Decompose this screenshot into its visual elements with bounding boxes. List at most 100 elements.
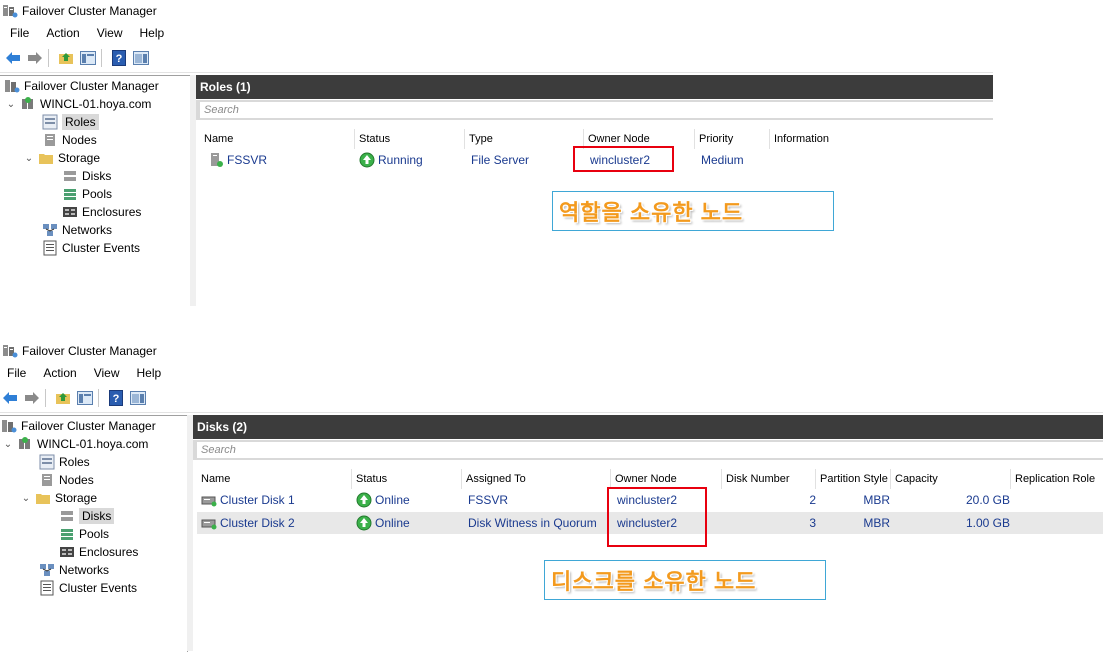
disk-assigned-cell: FSSVR bbox=[468, 493, 509, 507]
tree-item-networks-label: Networks bbox=[62, 223, 113, 237]
annotation-callout: 역할을 소유한 노드 bbox=[552, 191, 834, 231]
help-button[interactable]: ? bbox=[110, 49, 128, 67]
events-icon bbox=[43, 240, 57, 256]
show-tree-button[interactable] bbox=[76, 389, 94, 407]
column-header-status[interactable]: Status bbox=[355, 129, 465, 149]
menu-view[interactable]: View bbox=[84, 366, 127, 380]
tree-item-events[interactable]: Cluster Events bbox=[39, 579, 137, 597]
toolbar-separator bbox=[98, 389, 99, 407]
column-header-disk-number[interactable]: Disk Number bbox=[722, 469, 816, 489]
column-header-assigned-to[interactable]: Assigned To bbox=[462, 469, 611, 489]
show-tree-button[interactable] bbox=[79, 49, 97, 67]
column-header-status[interactable]: Status bbox=[352, 469, 462, 489]
folder-up-icon bbox=[56, 393, 70, 404]
online-status-icon bbox=[356, 515, 372, 531]
action-pane-icon bbox=[133, 51, 149, 65]
back-button[interactable] bbox=[4, 49, 22, 67]
console-tree-icon bbox=[80, 51, 96, 65]
owner-node-highlight bbox=[607, 487, 707, 547]
tree-item-disks[interactable]: Disks bbox=[62, 167, 111, 185]
nodes-icon bbox=[45, 134, 55, 146]
tree-item-roles[interactable]: Roles bbox=[39, 453, 90, 471]
tree-item-disks[interactable]: Disks bbox=[59, 507, 115, 525]
cluster-icon bbox=[19, 437, 30, 449]
search-bar: Search bbox=[196, 100, 993, 120]
collapse-icon[interactable]: ⌄ bbox=[6, 99, 16, 110]
pane-header: Roles (1) bbox=[196, 75, 993, 99]
tree-item-nodes-label: Nodes bbox=[59, 473, 94, 487]
toolbar-separator bbox=[48, 49, 49, 67]
tree-cluster-label: WINCL-01.hoya.com bbox=[40, 97, 152, 111]
collapse-icon[interactable]: ⌄ bbox=[24, 153, 34, 164]
forward-button[interactable] bbox=[26, 49, 44, 67]
help-icon: ? bbox=[109, 390, 123, 406]
column-header-replication-role[interactable]: Replication Role bbox=[1011, 469, 1103, 489]
role-name-cell: FSSVR bbox=[208, 149, 267, 171]
menu-action[interactable]: Action bbox=[33, 366, 83, 380]
menu-action[interactable]: Action bbox=[36, 26, 86, 40]
search-input[interactable]: Search bbox=[197, 442, 1103, 458]
column-header-information[interactable]: Information bbox=[770, 129, 993, 149]
tree-cluster[interactable]: ⌄ WINCL-01.hoya.com bbox=[6, 95, 151, 113]
tree-item-pools-label: Pools bbox=[82, 187, 113, 201]
tree-root-label: Failover Cluster Manager bbox=[21, 419, 156, 433]
svg-text:?: ? bbox=[116, 53, 123, 65]
owner-node-highlight bbox=[573, 146, 674, 172]
column-header-name[interactable]: Name bbox=[200, 129, 355, 149]
menu-help[interactable]: Help bbox=[130, 26, 172, 40]
tree-item-disks-label: Disks bbox=[82, 169, 112, 183]
collapse-icon[interactable]: ⌄ bbox=[21, 493, 31, 504]
enclosures-icon bbox=[60, 547, 74, 557]
column-header-capacity[interactable]: Capacity bbox=[891, 469, 1011, 489]
tree-item-roles[interactable]: Roles bbox=[42, 113, 99, 131]
tree-item-enclosures-label: Enclosures bbox=[82, 205, 142, 219]
toolbar-separator bbox=[45, 389, 46, 407]
column-header-type[interactable]: Type bbox=[465, 129, 584, 149]
pools-icon bbox=[64, 189, 76, 200]
back-button[interactable] bbox=[1, 389, 19, 407]
menu-file[interactable]: File bbox=[0, 366, 33, 380]
tree-root[interactable]: Failover Cluster Manager bbox=[1, 417, 156, 435]
disk-assigned-cell: Disk Witness in Quorum bbox=[468, 516, 597, 530]
search-bar: Search bbox=[193, 440, 1103, 460]
tree-item-nodes[interactable]: Nodes bbox=[39, 471, 94, 489]
tree-item-nodes-label: Nodes bbox=[62, 133, 97, 147]
up-folder-button[interactable] bbox=[54, 389, 72, 407]
running-status-icon bbox=[359, 152, 375, 168]
help-icon: ? bbox=[112, 50, 126, 66]
tree-item-enclosures[interactable]: Enclosures bbox=[62, 203, 141, 221]
collapse-icon[interactable]: ⌄ bbox=[3, 439, 13, 450]
help-button[interactable]: ? bbox=[107, 389, 125, 407]
search-input[interactable]: Search bbox=[200, 102, 993, 118]
up-folder-button[interactable] bbox=[57, 49, 75, 67]
tree-item-nodes[interactable]: Nodes bbox=[42, 131, 97, 149]
window-title: Failover Cluster Manager bbox=[22, 344, 157, 358]
column-header-owner-node[interactable]: Owner Node bbox=[611, 469, 722, 489]
tree-item-networks[interactable]: Networks bbox=[39, 561, 109, 579]
tree-item-pools[interactable]: Pools bbox=[59, 525, 109, 543]
menu-bar: File Action View Help bbox=[0, 23, 171, 43]
disk-status-cell: Online bbox=[356, 512, 410, 534]
tree-item-events[interactable]: Cluster Events bbox=[42, 239, 140, 257]
tree-root[interactable]: Failover Cluster Manager bbox=[4, 77, 159, 95]
toolbar: ? bbox=[0, 384, 1103, 413]
column-header-priority[interactable]: Priority bbox=[695, 129, 770, 149]
tree-item-pools-label: Pools bbox=[79, 527, 110, 541]
tree-item-pools[interactable]: Pools bbox=[62, 185, 112, 203]
column-header-partition-style[interactable]: Partition Style bbox=[816, 469, 891, 489]
tree-item-enclosures[interactable]: Enclosures bbox=[59, 543, 138, 561]
forward-button[interactable] bbox=[23, 389, 41, 407]
networks-icon bbox=[40, 564, 54, 576]
action-pane-button[interactable] bbox=[132, 49, 150, 67]
column-header-name[interactable]: Name bbox=[197, 469, 352, 489]
tree-cluster[interactable]: ⌄ WINCL-01.hoya.com bbox=[3, 435, 148, 453]
cluster-manager-icon bbox=[3, 5, 18, 18]
tree-item-storage[interactable]: ⌄ Storage bbox=[24, 149, 100, 167]
tree-item-networks[interactable]: Networks bbox=[42, 221, 112, 239]
action-pane-button[interactable] bbox=[129, 389, 147, 407]
menu-help[interactable]: Help bbox=[127, 366, 169, 380]
tree-item-storage[interactable]: ⌄ Storage bbox=[21, 489, 97, 507]
menu-view[interactable]: View bbox=[87, 26, 130, 40]
menu-file[interactable]: File bbox=[0, 26, 36, 40]
tree-item-roles-label: Roles bbox=[59, 455, 90, 469]
